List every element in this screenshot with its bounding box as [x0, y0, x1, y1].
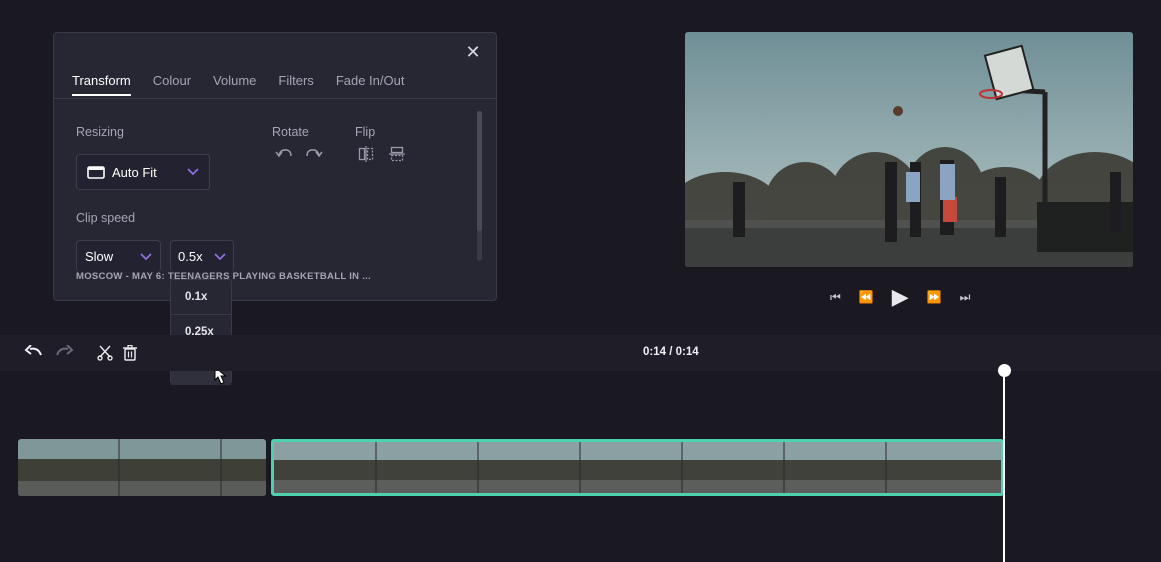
tab-volume[interactable]: Volume: [213, 73, 256, 96]
clip-speed-label: Clip speed: [76, 211, 136, 225]
redo-icon[interactable]: [54, 344, 74, 364]
play-icon[interactable]: ▶: [892, 284, 909, 310]
tab-filters[interactable]: Filters: [278, 73, 313, 96]
tab-colour[interactable]: Colour: [153, 73, 191, 96]
split-scissors-icon[interactable]: [97, 345, 113, 364]
video-preview[interactable]: [685, 32, 1133, 267]
clip-settings-panel: ✕ Transform Colour Volume Filters Fade I…: [53, 32, 497, 301]
playhead-handle[interactable]: [998, 364, 1011, 377]
rotate-label: Rotate: [272, 125, 309, 139]
skip-end-icon[interactable]: ⏭: [960, 290, 971, 305]
basketball-scene-image: [685, 32, 1133, 267]
rotate-left-icon[interactable]: [275, 146, 293, 163]
scrollbar-thumb[interactable]: [477, 111, 482, 231]
panel-scrollbar[interactable]: [477, 111, 482, 261]
resizing-select[interactable]: Auto Fit: [76, 154, 210, 190]
flip-vertical-icon[interactable]: [389, 146, 405, 165]
playhead-line[interactable]: [1003, 371, 1005, 562]
aspect-ratio-icon: [87, 165, 105, 179]
skip-start-icon[interactable]: ⏮: [830, 290, 841, 305]
trash-icon[interactable]: [123, 344, 137, 364]
undo-icon[interactable]: [24, 344, 44, 364]
tab-divider: [54, 98, 496, 99]
rewind-icon[interactable]: ⏪: [859, 290, 874, 304]
speed-value: 0.5x: [178, 249, 203, 264]
clip-thumbnails: [18, 439, 266, 496]
timeline-clip-1[interactable]: [18, 439, 266, 496]
chevron-down-icon: [214, 252, 226, 260]
resizing-label: Resizing: [76, 125, 124, 139]
tab-fade[interactable]: Fade In/Out: [336, 73, 405, 96]
speed-mode-select[interactable]: Slow: [76, 240, 161, 272]
close-icon[interactable]: ✕: [464, 43, 482, 61]
tab-bar: Transform Colour Volume Filters Fade In/…: [72, 73, 426, 96]
timeline-toolbar: [0, 335, 1161, 371]
playback-controls: ⏮ ⏪ ▶ ⏩ ⏭: [830, 284, 988, 310]
tab-transform[interactable]: Transform: [72, 73, 131, 96]
rotate-right-icon[interactable]: [305, 146, 323, 163]
speed-value-select[interactable]: 0.5x: [170, 240, 234, 272]
fast-forward-icon[interactable]: ⏩: [927, 290, 942, 304]
flip-horizontal-icon[interactable]: [358, 146, 374, 165]
clip-thumbnails: [274, 442, 1001, 493]
speed-mode-value: Slow: [85, 249, 114, 264]
chevron-down-icon: [187, 168, 199, 176]
chevron-down-icon: [140, 252, 152, 260]
resizing-value: Auto Fit: [112, 164, 157, 180]
flip-label: Flip: [355, 125, 376, 139]
time-display: 0:14 / 0:14: [643, 346, 699, 358]
speed-option-0-1x[interactable]: 0.1x: [171, 280, 231, 315]
timeline-clip-2-selected[interactable]: [271, 439, 1004, 496]
